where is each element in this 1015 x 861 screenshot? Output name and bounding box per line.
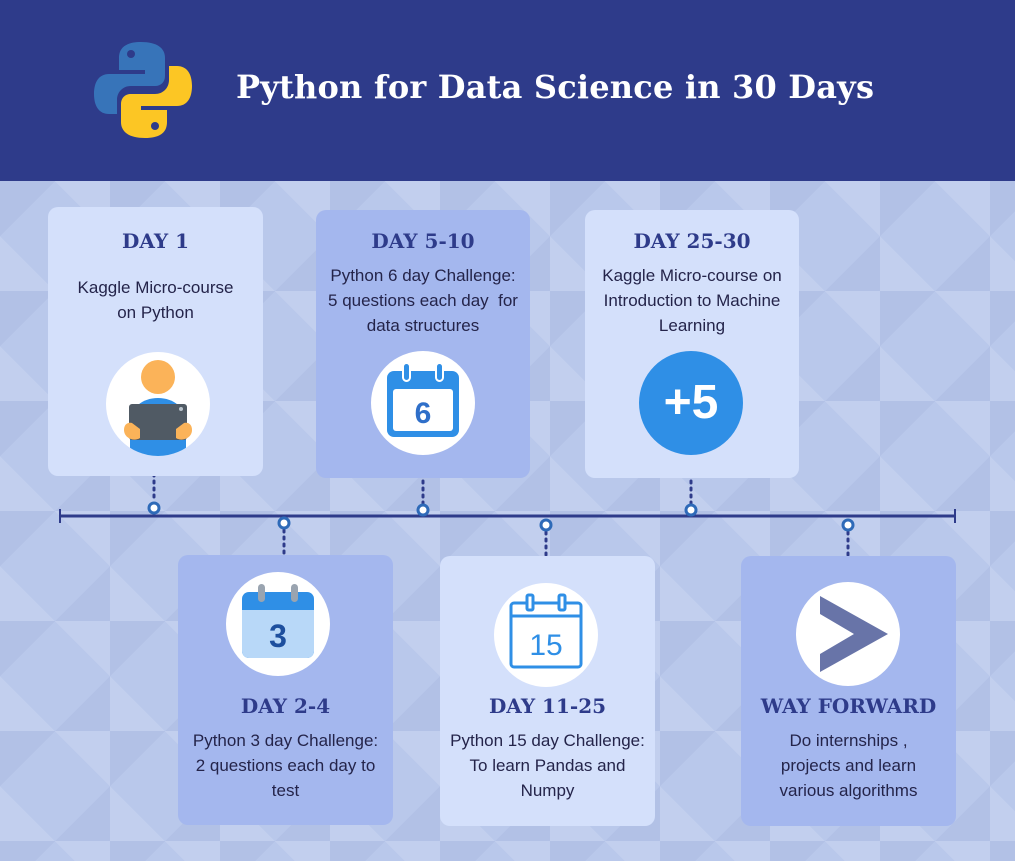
milestone-label: DAY 11-25: [488, 694, 607, 718]
milestone-description-line: Learning: [658, 316, 726, 335]
page-title: Python for Data Science in 30 Days: [236, 68, 875, 106]
plus-five-icon: +5: [639, 351, 743, 455]
calendar-number: 15: [529, 629, 562, 662]
header-banner: Python for Data Science in 30 Days: [0, 0, 1015, 181]
milestone-description-line: Introduction to Machine: [603, 291, 781, 310]
milestone-description-line: Python 3 day Challenge:: [192, 731, 379, 750]
milestone-card-day-25-30: DAY 25-30 Kaggle Micro-course on Introdu…: [585, 210, 799, 478]
milestone-description-line: Python 6 day Challenge:: [330, 266, 516, 285]
plus-five-text: +5: [663, 376, 719, 429]
calendar-icon: 3: [226, 572, 330, 676]
milestone-description-line: Kaggle Micro-course: [77, 278, 234, 297]
milestone-label: DAY 5-10: [371, 229, 475, 253]
person-laptop-icon: [106, 352, 210, 456]
calendar-number: 3: [269, 618, 287, 654]
milestone-description-line: data structures: [366, 316, 480, 335]
milestone-description-line: various algorithms: [779, 781, 918, 800]
milestone-label: WAY FORWARD: [760, 694, 937, 718]
milestone-label: DAY 25-30: [633, 229, 751, 253]
calendar-outline-icon: 15: [494, 583, 598, 687]
milestone-description-line: To learn Pandas and: [469, 756, 626, 775]
milestone-card-day-11-25: 15 DAY 11-25 Python 15 day Challenge: To…: [440, 556, 655, 826]
calendar-icon: 6: [371, 351, 475, 455]
milestone-description-line: Do internships ,: [789, 731, 908, 750]
milestone-description-line: test: [271, 781, 300, 800]
milestone-card-day-1: DAY 1 Kaggle Micro-course on Python: [48, 207, 263, 476]
milestone-description-line: projects and learn: [780, 756, 917, 775]
python-logo-icon: [94, 42, 192, 138]
chevron-right-icon: [796, 582, 900, 686]
milestone-description-line: Python 15 day Challenge:: [450, 731, 645, 750]
milestone-description-line: 2 questions each day to: [195, 756, 376, 775]
milestone-description-line: Numpy: [520, 781, 575, 800]
milestone-description-line: on Python: [117, 303, 194, 322]
milestone-card-way-forward: WAY FORWARD Do internships , projects an…: [741, 556, 956, 826]
milestone-description-line: Kaggle Micro-course on: [602, 266, 782, 285]
calendar-number: 6: [415, 397, 432, 430]
milestone-label: DAY 1: [121, 229, 190, 253]
milestone-card-day-2-4: 3 DAY 2-4 Python 3 day Challenge: 2 ques…: [178, 555, 393, 825]
milestone-label: DAY 2-4: [240, 694, 331, 718]
milestone-card-day-5-10: DAY 5-10 Python 6 day Challenge: 5 quest…: [316, 210, 530, 478]
milestone-description-line: 5 questions each day for: [328, 291, 518, 310]
